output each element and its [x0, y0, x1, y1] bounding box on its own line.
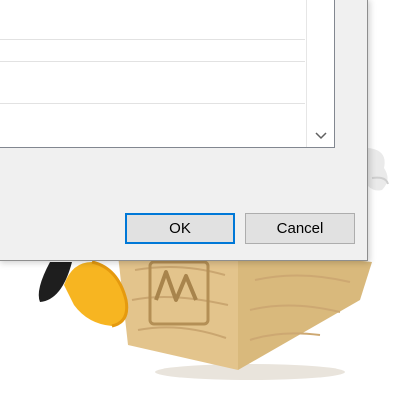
cancel-button[interactable]: Cancel [245, 213, 355, 244]
list-box[interactable] [0, 0, 335, 148]
dialog-window: OK Cancel [0, 0, 368, 261]
scroll-down-button[interactable] [307, 125, 334, 147]
vertical-scrollbar[interactable] [306, 0, 334, 147]
list-item[interactable] [0, 62, 305, 104]
chevron-down-icon [314, 132, 327, 140]
desktop-background: OK Cancel [0, 0, 400, 400]
list-item[interactable] [0, 20, 305, 62]
ok-button[interactable]: OK [125, 213, 235, 244]
